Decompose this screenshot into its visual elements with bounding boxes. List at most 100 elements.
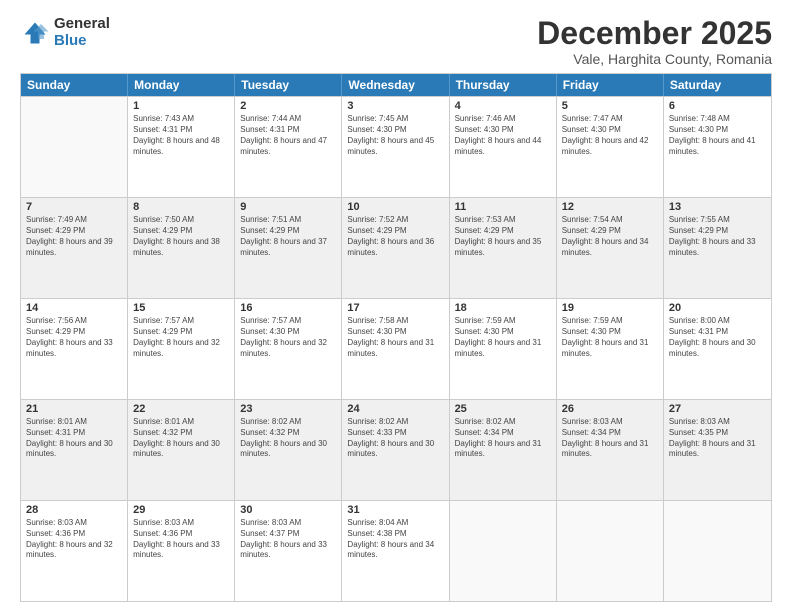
day-number: 1: [133, 100, 229, 112]
day-number: 27: [669, 403, 766, 415]
day-cell-3: 3Sunrise: 7:45 AMSunset: 4:30 PMDaylight…: [342, 97, 449, 197]
day-cell-9: 9 Sunrise: 7:51 AMSunset: 4:29 PMDaylight…: [235, 198, 342, 298]
day-number: 26: [562, 403, 658, 415]
day-cell-27: 27 Sunrise: 8:03 AMSunset: 4:35 PMDayligh…: [664, 400, 771, 500]
logo-text: General Blue: [54, 16, 110, 49]
empty-cell: [664, 501, 771, 601]
day-info: Sunrise: 8:02 AMSunset: 4:32 PMDaylight:…: [240, 417, 336, 460]
logo-general-text: General: [54, 16, 110, 33]
day-info: Sunrise: 7:46 AMSunset: 4:30 PMDaylight:…: [455, 114, 551, 157]
page: General Blue December 2025 Vale, Harghit…: [0, 0, 792, 612]
day-cell-10: 10Sunrise: 7:52 AMSunset: 4:29 PMDayligh…: [342, 198, 449, 298]
day-number: 4: [455, 100, 551, 112]
day-cell-16: 16Sunrise: 7:57 AMSunset: 4:30 PMDayligh…: [235, 299, 342, 399]
title-block: December 2025 Vale, Harghita County, Rom…: [537, 16, 772, 67]
day-info: Sunrise: 7:53 AMSunset: 4:29 PMDaylight:…: [455, 215, 551, 258]
day-info: Sunrise: 7:58 AMSunset: 4:30 PMDaylight:…: [347, 316, 443, 359]
day-number: 5: [562, 100, 658, 112]
empty-cell: [450, 501, 557, 601]
day-number: 23: [240, 403, 336, 415]
logo-blue-text: Blue: [54, 33, 110, 50]
day-info: Sunrise: 7:54 AMSunset: 4:29 PMDaylight:…: [562, 215, 658, 258]
day-info: Sunrise: 7:45 AMSunset: 4:30 PMDaylight:…: [347, 114, 443, 157]
header-day-friday: Friday: [557, 74, 664, 96]
day-number: 7: [26, 201, 122, 213]
day-cell-22: 22Sunrise: 8:01 AMSunset: 4:32 PMDayligh…: [128, 400, 235, 500]
calendar-week-4: 21 Sunrise: 8:01 AMSunset: 4:31 PMDayligh…: [21, 399, 771, 500]
header-day-saturday: Saturday: [664, 74, 771, 96]
calendar-week-3: 14 Sunrise: 7:56 AMSunset: 4:29 PMDayligh…: [21, 298, 771, 399]
day-cell-20: 20 Sunrise: 8:00 AMSunset: 4:31 PMDayligh…: [664, 299, 771, 399]
day-cell-30: 30 Sunrise: 8:03 AMSunset: 4:37 PMDayligh…: [235, 501, 342, 601]
day-cell-1: 1Sunrise: 7:43 AMSunset: 4:31 PMDaylight…: [128, 97, 235, 197]
day-info: Sunrise: 8:02 AMSunset: 4:34 PMDaylight:…: [455, 417, 551, 460]
day-info: Sunrise: 7:51 AMSunset: 4:29 PMDaylight:…: [240, 215, 336, 258]
day-cell-6: 6Sunrise: 7:48 AMSunset: 4:30 PMDaylight…: [664, 97, 771, 197]
day-info: Sunrise: 7:59 AMSunset: 4:30 PMDaylight:…: [562, 316, 658, 359]
header: General Blue December 2025 Vale, Harghit…: [20, 16, 772, 67]
day-info: Sunrise: 8:01 AMSunset: 4:32 PMDaylight:…: [133, 417, 229, 460]
day-info: Sunrise: 8:01 AMSunset: 4:31 PMDaylight:…: [26, 417, 122, 460]
day-number: 13: [669, 201, 766, 213]
day-info: Sunrise: 8:03 AMSunset: 4:36 PMDaylight:…: [133, 518, 229, 561]
day-cell-23: 23 Sunrise: 8:02 AMSunset: 4:32 PMDayligh…: [235, 400, 342, 500]
day-number: 14: [26, 302, 122, 314]
day-info: Sunrise: 7:59 AMSunset: 4:30 PMDaylight:…: [455, 316, 551, 359]
day-cell-2: 2 Sunrise: 7:44 AMSunset: 4:31 PMDaylight…: [235, 97, 342, 197]
day-cell-15: 15Sunrise: 7:57 AMSunset: 4:29 PMDayligh…: [128, 299, 235, 399]
day-info: Sunrise: 8:03 AMSunset: 4:34 PMDaylight:…: [562, 417, 658, 460]
day-number: 21: [26, 403, 122, 415]
calendar-body: 1Sunrise: 7:43 AMSunset: 4:31 PMDaylight…: [21, 96, 771, 601]
day-cell-26: 26 Sunrise: 8:03 AMSunset: 4:34 PMDayligh…: [557, 400, 664, 500]
day-cell-28: 28 Sunrise: 8:03 AMSunset: 4:36 PMDayligh…: [21, 501, 128, 601]
day-info: Sunrise: 7:56 AMSunset: 4:29 PMDaylight:…: [26, 316, 122, 359]
day-number: 20: [669, 302, 766, 314]
day-info: Sunrise: 8:03 AMSunset: 4:36 PMDaylight:…: [26, 518, 122, 561]
day-cell-31: 31Sunrise: 8:04 AMSunset: 4:38 PMDayligh…: [342, 501, 449, 601]
calendar-week-2: 7Sunrise: 7:49 AMSunset: 4:29 PMDaylight…: [21, 197, 771, 298]
day-cell-19: 19 Sunrise: 7:59 AMSunset: 4:30 PMDayligh…: [557, 299, 664, 399]
header-day-tuesday: Tuesday: [235, 74, 342, 96]
day-number: 2: [240, 100, 336, 112]
day-cell-11: 11 Sunrise: 7:53 AMSunset: 4:29 PMDayligh…: [450, 198, 557, 298]
header-day-sunday: Sunday: [21, 74, 128, 96]
day-info: Sunrise: 7:44 AMSunset: 4:31 PMDaylight:…: [240, 114, 336, 157]
header-day-monday: Monday: [128, 74, 235, 96]
header-day-thursday: Thursday: [450, 74, 557, 96]
day-info: Sunrise: 8:04 AMSunset: 4:38 PMDaylight:…: [347, 518, 443, 561]
day-info: Sunrise: 7:47 AMSunset: 4:30 PMDaylight:…: [562, 114, 658, 157]
day-cell-4: 4 Sunrise: 7:46 AMSunset: 4:30 PMDaylight…: [450, 97, 557, 197]
day-cell-5: 5 Sunrise: 7:47 AMSunset: 4:30 PMDaylight…: [557, 97, 664, 197]
day-cell-13: 13 Sunrise: 7:55 AMSunset: 4:29 PMDayligh…: [664, 198, 771, 298]
day-number: 11: [455, 201, 551, 213]
calendar-header: SundayMondayTuesdayWednesdayThursdayFrid…: [21, 74, 771, 96]
day-cell-17: 17Sunrise: 7:58 AMSunset: 4:30 PMDayligh…: [342, 299, 449, 399]
day-info: Sunrise: 7:55 AMSunset: 4:29 PMDaylight:…: [669, 215, 766, 258]
day-cell-21: 21 Sunrise: 8:01 AMSunset: 4:31 PMDayligh…: [21, 400, 128, 500]
day-info: Sunrise: 8:02 AMSunset: 4:33 PMDaylight:…: [347, 417, 443, 460]
day-info: Sunrise: 7:48 AMSunset: 4:30 PMDaylight:…: [669, 114, 766, 157]
day-cell-12: 12 Sunrise: 7:54 AMSunset: 4:29 PMDayligh…: [557, 198, 664, 298]
day-info: Sunrise: 8:03 AMSunset: 4:35 PMDaylight:…: [669, 417, 766, 460]
day-number: 12: [562, 201, 658, 213]
day-number: 25: [455, 403, 551, 415]
day-number: 19: [562, 302, 658, 314]
day-cell-29: 29 Sunrise: 8:03 AMSunset: 4:36 PMDayligh…: [128, 501, 235, 601]
day-number: 29: [133, 504, 229, 516]
day-info: Sunrise: 7:57 AMSunset: 4:30 PMDaylight:…: [240, 316, 336, 359]
day-number: 30: [240, 504, 336, 516]
day-info: Sunrise: 7:57 AMSunset: 4:29 PMDaylight:…: [133, 316, 229, 359]
day-number: 10: [347, 201, 443, 213]
day-info: Sunrise: 8:00 AMSunset: 4:31 PMDaylight:…: [669, 316, 766, 359]
day-cell-14: 14 Sunrise: 7:56 AMSunset: 4:29 PMDayligh…: [21, 299, 128, 399]
day-number: 24: [347, 403, 443, 415]
calendar-week-5: 28 Sunrise: 8:03 AMSunset: 4:36 PMDayligh…: [21, 500, 771, 601]
day-cell-24: 24 Sunrise: 8:02 AMSunset: 4:33 PMDayligh…: [342, 400, 449, 500]
day-cell-7: 7Sunrise: 7:49 AMSunset: 4:29 PMDaylight…: [21, 198, 128, 298]
calendar-week-1: 1Sunrise: 7:43 AMSunset: 4:31 PMDaylight…: [21, 96, 771, 197]
day-info: Sunrise: 7:50 AMSunset: 4:29 PMDaylight:…: [133, 215, 229, 258]
day-info: Sunrise: 8:03 AMSunset: 4:37 PMDaylight:…: [240, 518, 336, 561]
day-number: 9: [240, 201, 336, 213]
logo: General Blue: [20, 16, 110, 49]
day-number: 28: [26, 504, 122, 516]
